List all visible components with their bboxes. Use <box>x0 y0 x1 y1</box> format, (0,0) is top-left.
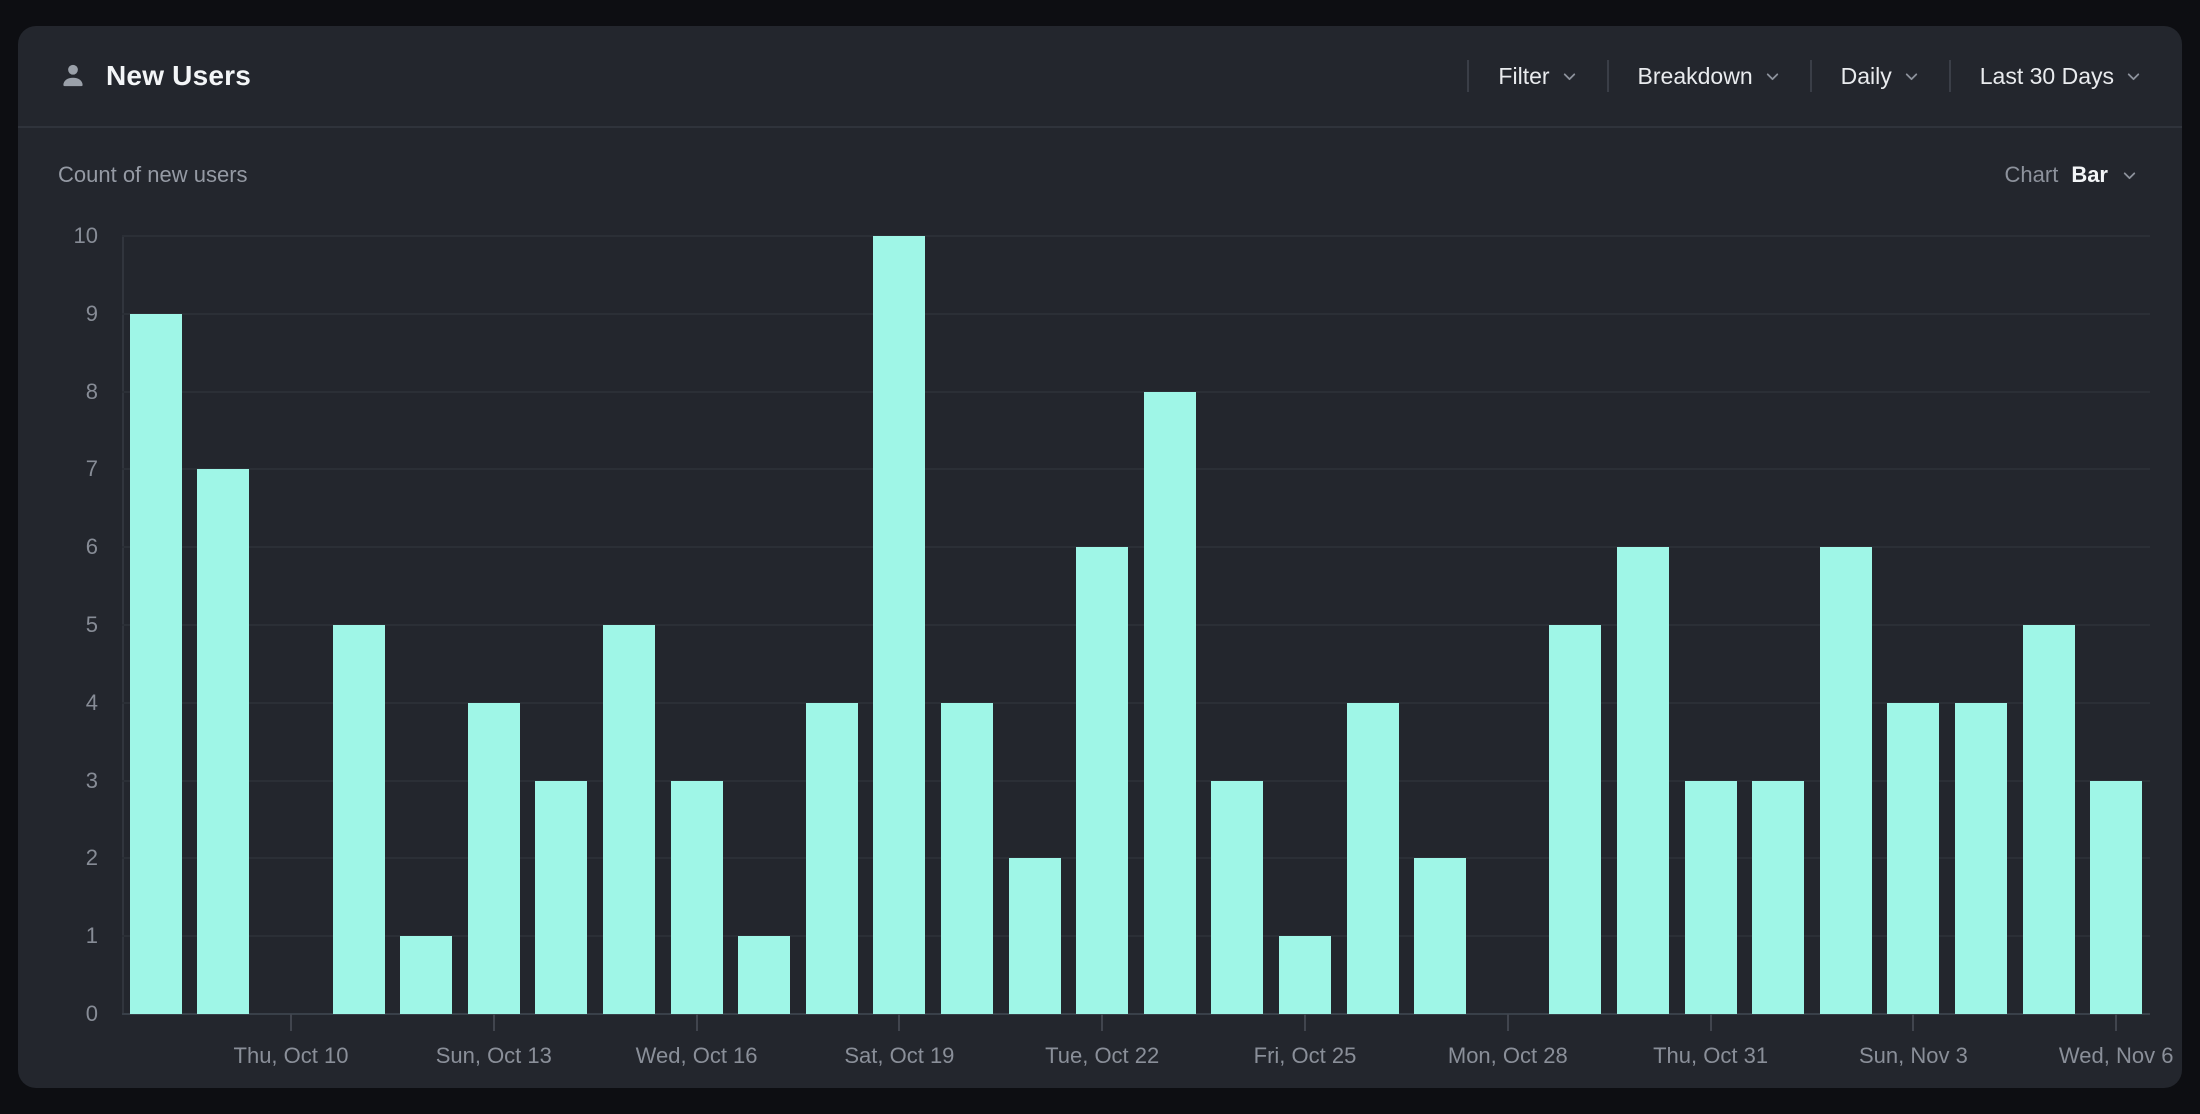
x-axis-tick <box>2115 1014 2117 1031</box>
dropdown-label: Last 30 Days <box>1980 63 2114 90</box>
x-axis-tick <box>1304 1014 1306 1031</box>
x-axis-label: Wed, Oct 16 <box>636 1043 758 1069</box>
chevron-down-icon <box>2125 68 2142 85</box>
last-30-days-dropdown[interactable]: Last 30 Days <box>1980 63 2142 90</box>
chevron-down-icon <box>1764 68 1781 85</box>
gridline <box>122 235 2150 237</box>
x-axis-label: Thu, Oct 31 <box>1653 1043 1768 1069</box>
page-title: New Users <box>106 60 251 92</box>
bar[interactable] <box>197 469 249 1014</box>
bar[interactable] <box>603 625 655 1014</box>
y-axis-label: 7 <box>86 458 98 480</box>
bar[interactable] <box>1617 547 1669 1014</box>
bar[interactable] <box>1144 392 1196 1014</box>
daily-dropdown[interactable]: Daily <box>1841 63 1920 90</box>
gridline <box>122 313 2150 315</box>
dropdown-label: Daily <box>1841 63 1892 90</box>
x-axis-label: Mon, Oct 28 <box>1448 1043 1568 1069</box>
x-axis-tick <box>1101 1014 1103 1031</box>
bar[interactable] <box>738 936 790 1014</box>
bar[interactable] <box>1685 781 1737 1014</box>
bar[interactable] <box>1549 625 1601 1014</box>
card-header: New Users Filter Breakdown Daily Last 30 Da… <box>18 26 2182 128</box>
x-axis-label: Sun, Nov 3 <box>1859 1043 1968 1069</box>
bar[interactable] <box>1009 858 1061 1014</box>
bar[interactable] <box>806 703 858 1014</box>
gridline <box>122 391 2150 393</box>
x-axis-label: Sat, Oct 19 <box>844 1043 954 1069</box>
bar[interactable] <box>1211 781 1263 1014</box>
y-axis-label: 1 <box>86 925 98 947</box>
y-axis-label: 9 <box>86 303 98 325</box>
x-axis-tick <box>1507 1014 1509 1031</box>
x-axis-label: Thu, Oct 10 <box>234 1043 349 1069</box>
bar[interactable] <box>1752 781 1804 1014</box>
bar-chart: 012345678910Thu, Oct 10Sun, Oct 13Wed, O… <box>122 236 2150 1014</box>
chevron-down-icon <box>1903 68 1920 85</box>
y-axis-label: 6 <box>86 536 98 558</box>
y-axis-label: 5 <box>86 614 98 636</box>
bar[interactable] <box>535 781 587 1014</box>
y-axis-label: 8 <box>86 381 98 403</box>
gridline <box>122 468 2150 470</box>
y-axis-label: 2 <box>86 847 98 869</box>
chart-type-value: Bar <box>2071 162 2108 188</box>
chart-type-caption: Chart <box>2005 162 2059 188</box>
x-axis-label: Tue, Oct 22 <box>1045 1043 1159 1069</box>
metric-label: Count of new users <box>58 162 248 188</box>
control-separator <box>1949 60 1951 92</box>
control-separator <box>1810 60 1812 92</box>
bar[interactable] <box>1955 703 2007 1014</box>
bar[interactable] <box>1820 547 1872 1014</box>
y-axis-label: 4 <box>86 692 98 714</box>
bar[interactable] <box>941 703 993 1014</box>
x-axis-tick <box>898 1014 900 1031</box>
bar[interactable] <box>1076 547 1128 1014</box>
x-axis-label: Fri, Oct 25 <box>1254 1043 1357 1069</box>
control-separator <box>1467 60 1469 92</box>
x-axis-label: Sun, Oct 13 <box>436 1043 552 1069</box>
bar[interactable] <box>1414 858 1466 1014</box>
x-axis-label: Wed, Nov 6 <box>2059 1043 2174 1069</box>
user-icon <box>58 61 88 91</box>
card-header-left: New Users <box>58 60 251 92</box>
bar[interactable] <box>468 703 520 1014</box>
header-controls: Filter Breakdown Daily Last 30 Days <box>1467 60 2148 92</box>
dropdown-label: Filter <box>1498 63 1549 90</box>
x-axis-tick <box>1912 1014 1914 1031</box>
new-users-card: New Users Filter Breakdown Daily Last 30 Da… <box>18 26 2182 1088</box>
bar[interactable] <box>2090 781 2142 1014</box>
bar[interactable] <box>671 781 723 1014</box>
chart-subheader: Count of new users Chart Bar <box>18 128 2182 192</box>
bar[interactable] <box>400 936 452 1014</box>
bar[interactable] <box>873 236 925 1014</box>
x-axis-tick <box>696 1014 698 1031</box>
x-axis-tick <box>1710 1014 1712 1031</box>
y-axis-label: 3 <box>86 770 98 792</box>
dropdown-label: Breakdown <box>1638 63 1753 90</box>
chart-type-selector[interactable]: Chart Bar <box>2005 162 2138 188</box>
chevron-down-icon <box>2121 167 2138 184</box>
chevron-down-icon <box>1561 68 1578 85</box>
bar[interactable] <box>130 314 182 1014</box>
y-axis-label: 0 <box>86 1003 98 1025</box>
bar[interactable] <box>1887 703 1939 1014</box>
filter-dropdown[interactable]: Filter <box>1498 63 1577 90</box>
y-axis-label: 10 <box>74 225 98 247</box>
x-axis-tick <box>290 1014 292 1031</box>
bar[interactable] <box>1347 703 1399 1014</box>
bar[interactable] <box>333 625 385 1014</box>
x-axis-tick <box>493 1014 495 1031</box>
bar[interactable] <box>1279 936 1331 1014</box>
breakdown-dropdown[interactable]: Breakdown <box>1638 63 1781 90</box>
bar[interactable] <box>2023 625 2075 1014</box>
control-separator <box>1607 60 1609 92</box>
